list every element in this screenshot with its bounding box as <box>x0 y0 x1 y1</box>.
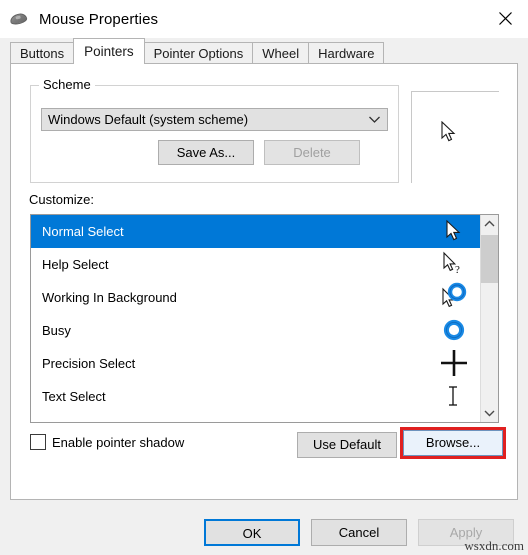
arrow-pointer-cursor <box>435 215 475 248</box>
tab-pointers[interactable]: Pointers <box>73 38 145 64</box>
pointer-list-scrollbar[interactable] <box>480 215 498 422</box>
save-as-button[interactable]: Save As... <box>158 140 254 165</box>
list-item-label: Help Select <box>42 257 109 272</box>
tab-strip: Buttons Pointers Pointer Options Wheel H… <box>0 38 528 64</box>
enable-pointer-shadow-checkbox[interactable] <box>30 434 46 450</box>
tab-wheel[interactable]: Wheel <box>252 42 310 64</box>
scheme-combobox[interactable]: Windows Default (system scheme) <box>41 108 388 131</box>
svg-text:?: ? <box>455 264 460 276</box>
chevron-down-icon <box>361 115 387 124</box>
scheme-combobox-value: Windows Default (system scheme) <box>48 112 249 127</box>
list-item-label: Working In Background <box>42 290 177 305</box>
tab-hardware[interactable]: Hardware <box>308 42 385 64</box>
pointer-list-rows: Normal Select Help Select ? Working In B… <box>31 215 481 413</box>
browse-button[interactable]: Browse... <box>400 427 506 459</box>
busy-ring-cursor <box>435 314 475 347</box>
chevron-up-icon[interactable] <box>481 215 498 233</box>
use-default-button[interactable]: Use Default <box>297 432 397 458</box>
pointer-preview-pane <box>411 91 499 183</box>
pointers-tab-page: Scheme Windows Default (system scheme) S… <box>10 63 518 500</box>
i-beam-cursor <box>435 380 475 413</box>
scheme-group <box>30 85 399 183</box>
list-item[interactable]: Normal Select <box>31 215 481 248</box>
title-bar: Mouse Properties <box>0 0 528 38</box>
pointer-list[interactable]: Normal Select Help Select ? Working In B… <box>30 214 499 423</box>
ok-button[interactable]: OK <box>204 519 300 546</box>
list-item[interactable]: Busy <box>31 314 481 347</box>
chevron-down-icon[interactable] <box>481 404 498 422</box>
list-item-label: Busy <box>42 323 71 338</box>
list-item[interactable]: Precision Select <box>31 347 481 380</box>
delete-button: Delete <box>264 140 360 165</box>
enable-pointer-shadow-label: Enable pointer shadow <box>52 434 185 450</box>
watermark: wsxdn.com <box>464 538 524 553</box>
list-item-label: Precision Select <box>42 356 136 371</box>
arrow-pointer-cursor <box>441 120 457 146</box>
enable-pointer-shadow-row[interactable]: Enable pointer shadow <box>30 434 184 450</box>
scrollbar-thumb[interactable] <box>481 235 498 283</box>
list-item-label: Normal Select <box>42 224 124 239</box>
list-item-label: Text Select <box>42 389 106 404</box>
crosshair-cursor <box>435 347 475 380</box>
mouse-icon <box>8 8 30 30</box>
list-item[interactable]: Working In Background <box>31 281 481 314</box>
window-title: Mouse Properties <box>39 10 159 28</box>
tab-pointer-options[interactable]: Pointer Options <box>143 42 254 64</box>
close-icon[interactable] <box>482 0 528 36</box>
customize-label: Customize: <box>29 192 95 207</box>
tab-buttons[interactable]: Buttons <box>10 42 75 64</box>
cancel-button[interactable]: Cancel <box>311 519 407 546</box>
list-item[interactable]: Help Select ? <box>31 248 481 281</box>
list-item[interactable]: Text Select <box>31 380 481 413</box>
scheme-group-label: Scheme <box>39 77 95 92</box>
arrow-busy-ring-cursor <box>435 281 475 314</box>
arrow-question-cursor: ? <box>435 248 475 281</box>
